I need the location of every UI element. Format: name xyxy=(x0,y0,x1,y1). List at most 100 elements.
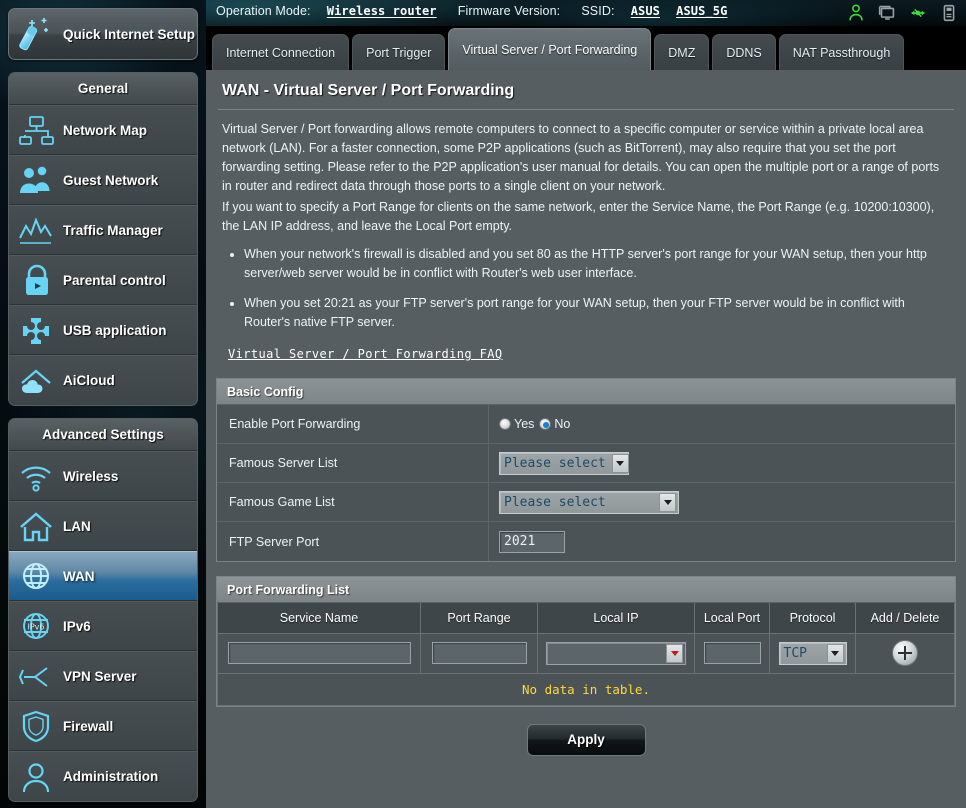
column-add-delete: Add / Delete xyxy=(855,603,955,634)
ssid-label: SSID: xyxy=(581,4,615,18)
famous-game-list-value: Please select xyxy=(504,494,606,510)
shield-icon xyxy=(22,710,50,743)
monitors-icon[interactable] xyxy=(876,2,898,24)
usb-icon[interactable] xyxy=(907,2,929,24)
sidebar-item-label: Parental control xyxy=(63,272,166,288)
table-input-row: TCP xyxy=(217,632,955,674)
tab-dmz[interactable]: DMZ xyxy=(654,34,710,70)
padlock-icon xyxy=(26,264,48,295)
chevron-down-icon[interactable] xyxy=(611,453,629,473)
radio-yes[interactable]: Yes xyxy=(499,417,534,431)
quick-internet-setup-button[interactable]: Quick Internet Setup xyxy=(8,8,198,60)
sidebar-item-lan[interactable]: LAN xyxy=(9,501,197,551)
sidebar-item-label: AiCloud xyxy=(63,373,115,388)
local-port-input[interactable] xyxy=(703,642,761,664)
tab-nat-passthrough[interactable]: NAT Passthrough xyxy=(778,34,905,70)
sidebar-item-label: Firewall xyxy=(63,718,114,734)
cell-port-range xyxy=(420,632,538,674)
router-admin-page: Operation Mode: Wireless router Firmware… xyxy=(0,0,966,808)
protocol-value: TCP xyxy=(783,645,807,661)
title-divider xyxy=(218,109,954,110)
row-famous-server-list: Famous Server List Please select xyxy=(217,444,955,483)
cell-local-ip xyxy=(537,632,695,674)
sidebar-item-label: Guest Network xyxy=(63,172,159,188)
row-ftp-server-port: FTP Server Port xyxy=(217,522,955,561)
tab-virtual-server-port-forwarding[interactable]: Virtual Server / Port Forwarding xyxy=(448,28,652,70)
sidebar-item-guest-network[interactable]: Guest Network xyxy=(9,155,197,205)
sidebar: Quick Internet Setup General Network Map xyxy=(0,0,206,808)
tab-internet-connection[interactable]: Internet Connection xyxy=(212,34,350,70)
operation-mode-value[interactable]: Wireless router xyxy=(327,4,437,18)
column-local-ip: Local IP xyxy=(537,603,695,634)
cell-add-delete xyxy=(855,632,955,674)
radio-yes-label: Yes xyxy=(514,417,535,431)
sidebar-item-administration[interactable]: Administration xyxy=(9,751,197,801)
sidebar-item-label: Wireless xyxy=(63,468,119,484)
famous-server-list-value: Please select xyxy=(504,455,606,471)
protocol-select[interactable]: TCP xyxy=(778,641,847,665)
row-enable-port-forwarding: Enable Port Forwarding Yes No xyxy=(217,405,955,444)
sidebar-group-advanced-title: Advanced Settings xyxy=(9,419,197,451)
cell-protocol: TCP xyxy=(769,632,856,674)
tab-ddns[interactable]: DDNS xyxy=(712,34,776,70)
service-name-input[interactable] xyxy=(227,642,411,664)
port-range-input[interactable] xyxy=(431,642,527,664)
tab-port-trigger[interactable]: Port Trigger xyxy=(352,34,446,70)
cell-local-port xyxy=(694,632,770,674)
sidebar-group-advanced: Advanced Settings Wireless LAN WAN IPv6 … xyxy=(8,418,198,802)
column-service-name: Service Name xyxy=(217,603,421,634)
sidebar-item-traffic-manager[interactable]: Traffic Manager xyxy=(9,205,197,255)
content-panel: WAN - Virtual Server / Port Forwarding V… xyxy=(206,70,966,808)
faq-link[interactable]: Virtual Server / Port Forwarding FAQ xyxy=(228,345,503,364)
column-port-range: Port Range xyxy=(420,603,538,634)
port-forwarding-table: Service Name Port Range Local IP Local P… xyxy=(217,603,955,674)
footer-actions: Apply xyxy=(216,707,956,756)
sidebar-item-network-map[interactable]: Network Map xyxy=(9,105,197,155)
top-status-text: Operation Mode: Wireless router Firmware… xyxy=(216,4,727,18)
sidebar-item-label: WAN xyxy=(63,568,95,584)
sidebar-item-usb-application[interactable]: USB application xyxy=(9,305,197,355)
sidebar-item-aicloud[interactable]: AiCloud xyxy=(9,355,197,405)
tray-icons xyxy=(845,2,960,24)
page-description: Virtual Server / Port forwarding allows … xyxy=(216,120,956,364)
chevron-down-red-icon[interactable] xyxy=(666,644,683,664)
column-local-port: Local Port xyxy=(694,603,770,634)
radio-no-dot[interactable] xyxy=(539,418,552,430)
ssid-value-5g[interactable]: ASUS_5G xyxy=(676,4,727,18)
port-forwarding-list-header: Port Forwarding List xyxy=(217,577,955,603)
sidebar-item-label: IPv6 xyxy=(63,618,91,634)
column-protocol: Protocol xyxy=(769,603,856,634)
description-paragraph-2: If you want to specify a Port Range for … xyxy=(222,200,935,233)
sidebar-item-vpn-server[interactable]: VPN Server xyxy=(9,651,197,701)
famous-game-list-select[interactable]: Please select xyxy=(499,490,679,514)
cell-service-name xyxy=(217,632,421,674)
sidebar-item-label: Administration xyxy=(63,769,159,784)
traffic-manager-icon xyxy=(19,217,52,244)
description-paragraph-1: Virtual Server / Port forwarding allows … xyxy=(222,122,940,193)
sidebar-item-wireless[interactable]: Wireless xyxy=(9,451,197,501)
enable-port-forwarding-label: Enable Port Forwarding xyxy=(217,405,489,443)
page-title: WAN - Virtual Server / Port Forwarding xyxy=(222,82,515,99)
vpn-key-icon xyxy=(18,667,48,687)
person-icon xyxy=(22,762,50,792)
famous-server-list-select[interactable]: Please select xyxy=(499,451,629,475)
sidebar-item-label: Network Map xyxy=(63,122,148,138)
apply-button[interactable]: Apply xyxy=(526,723,646,756)
sidebar-group-general: General Network Map Guest Network Traffi… xyxy=(8,72,198,406)
local-ip-select[interactable] xyxy=(546,642,686,666)
plus-circle-icon[interactable] xyxy=(892,640,918,666)
sidebar-item-ipv6[interactable]: IPv6 IPv6 xyxy=(9,601,197,651)
ftp-server-port-input[interactable] xyxy=(499,530,565,553)
magic-wand-icon xyxy=(19,18,48,51)
user-icon[interactable] xyxy=(845,2,867,24)
puzzle-piece-icon xyxy=(23,318,49,344)
sidebar-item-parental-control[interactable]: Parental control xyxy=(9,255,197,305)
radio-no[interactable]: No xyxy=(539,417,570,431)
sidebar-item-wan[interactable]: WAN xyxy=(9,551,197,601)
ssid-value-24g[interactable]: ASUS xyxy=(631,4,660,18)
radio-yes-dot[interactable] xyxy=(499,418,511,430)
chevron-down-icon[interactable] xyxy=(826,643,844,663)
chevron-down-icon[interactable] xyxy=(659,492,676,512)
sidebar-item-firewall[interactable]: Firewall xyxy=(9,701,197,751)
printer-icon[interactable] xyxy=(938,2,960,24)
